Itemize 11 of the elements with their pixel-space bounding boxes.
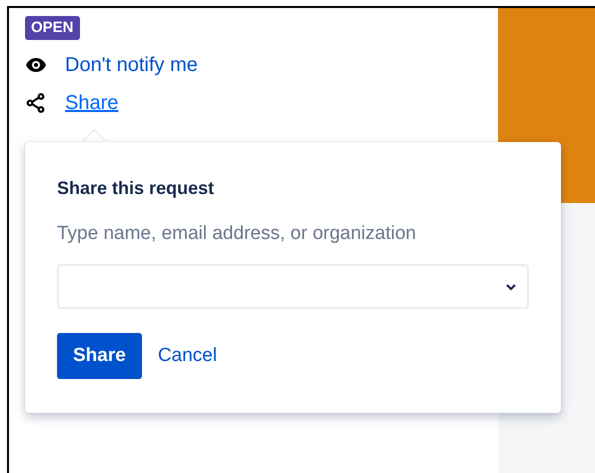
cancel-link[interactable]: Cancel <box>150 342 225 370</box>
field-label: Type name, email address, or organization <box>57 222 418 246</box>
recipient-select[interactable] <box>57 264 529 309</box>
share-button[interactable]: Share <box>57 333 142 379</box>
chevron-down-icon <box>505 282 517 290</box>
share-icon <box>25 93 47 113</box>
share-link[interactable]: Share <box>65 91 118 115</box>
eye-icon <box>25 58 47 72</box>
popover-title: Share this request <box>57 177 216 200</box>
notify-link[interactable]: Don't notify me <box>65 53 198 77</box>
status-lozenge: OPEN <box>25 16 80 40</box>
